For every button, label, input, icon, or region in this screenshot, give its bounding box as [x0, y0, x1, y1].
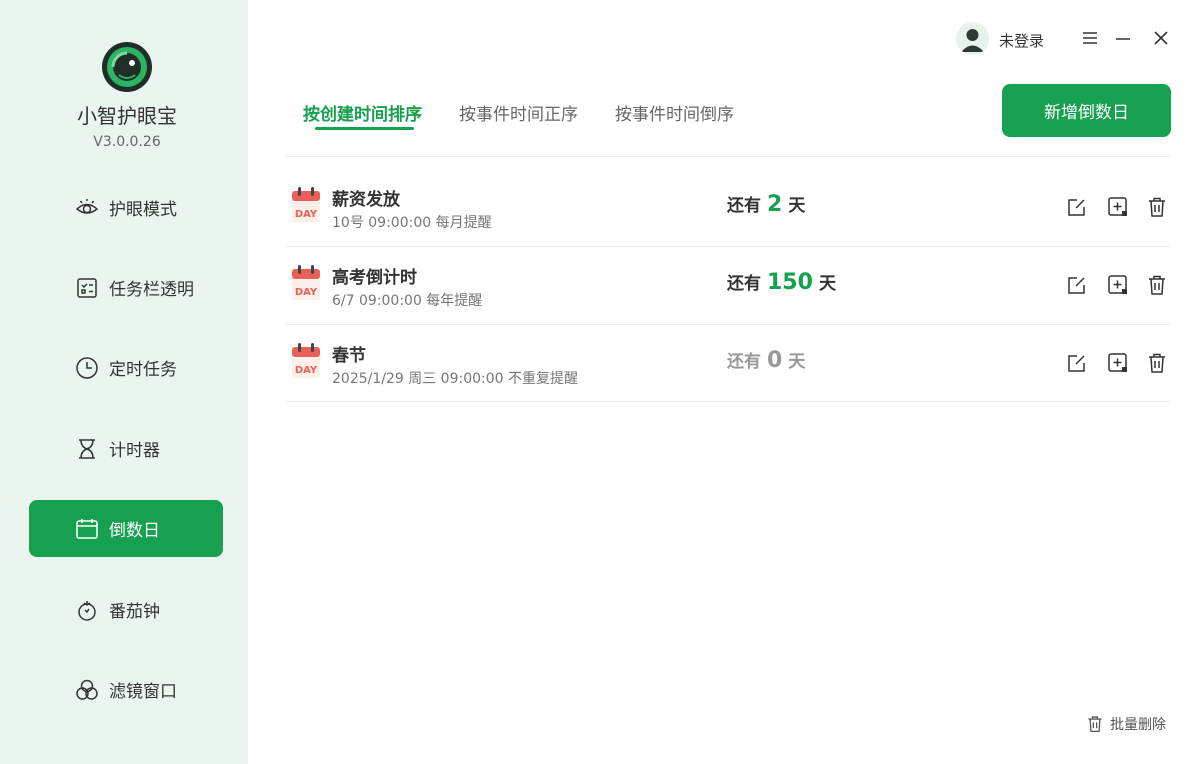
add-to-desktop-button[interactable] [1106, 273, 1130, 297]
taskbar-icon [75, 276, 99, 300]
day-calendar-icon: DAY [292, 343, 320, 378]
edit-icon [1068, 277, 1085, 294]
user-icon [961, 29, 984, 52]
add-widget-icon [1108, 197, 1127, 216]
menu-button[interactable] [1079, 27, 1101, 49]
active-tab-indicator [315, 127, 414, 130]
sidebar-item-label: 计时器 [109, 441, 160, 461]
sidebar: 小智护眼宝 V3.0.0.26 护眼模式 任务栏透明 定时任务 计时器 倒数日 … [0, 0, 248, 764]
app-version: V3.0.0.26 [93, 134, 161, 150]
svg-text:DAY: DAY [295, 209, 318, 220]
close-button[interactable] [1150, 27, 1172, 49]
hourglass-icon [75, 437, 99, 461]
filter-icon [75, 678, 99, 702]
minimize-icon [1116, 38, 1130, 40]
svg-text:DAY: DAY [295, 365, 318, 376]
event-schedule: 2025/1/29 周三 09:00:00 不重复提醒 [332, 371, 579, 387]
days-remaining: 还有 2 天 [727, 192, 806, 217]
trash-icon [1149, 197, 1165, 217]
event-title: 高考倒计时 [332, 268, 417, 288]
sidebar-item-timer[interactable]: 计时器 [29, 420, 223, 477]
close-icon [1154, 31, 1168, 45]
delete-button[interactable] [1145, 273, 1169, 297]
days-count: 150 [767, 270, 813, 295]
event-schedule: 10号 09:00:00 每月提醒 [332, 215, 492, 231]
sidebar-item-filter-window[interactable]: 滤镜窗口 [29, 661, 223, 718]
svg-text:DAY: DAY [295, 287, 318, 298]
avatar[interactable] [956, 22, 989, 55]
days-remaining: 还有 150 天 [727, 270, 836, 295]
list-item[interactable]: DAY 春节 2025/1/29 周三 09:00:00 不重复提醒 还有 0 … [286, 325, 1170, 403]
add-to-desktop-button[interactable] [1106, 195, 1130, 219]
edit-button[interactable] [1065, 273, 1089, 297]
list-item[interactable]: DAY 高考倒计时 6/7 09:00:00 每年提醒 还有 150 天 [286, 247, 1170, 325]
edit-button[interactable] [1065, 195, 1089, 219]
sidebar-item-countdown[interactable]: 倒数日 [29, 500, 223, 557]
tab-sort-event-desc[interactable]: 按事件时间倒序 [615, 100, 734, 125]
sidebar-item-label: 护眼模式 [109, 200, 177, 220]
calendar-icon [75, 517, 99, 541]
sidebar-item-label: 任务栏透明 [109, 280, 194, 300]
event-title: 春节 [332, 346, 366, 366]
trash-icon [1149, 353, 1165, 373]
event-schedule: 6/7 09:00:00 每年提醒 [332, 293, 483, 309]
batch-delete-label: 批量删除 [1110, 717, 1166, 733]
days-remaining: 还有 0 天 [727, 348, 806, 373]
sidebar-item-pomodoro[interactable]: 番茄钟 [29, 581, 223, 638]
hamburger-icon [1083, 32, 1097, 44]
divider [286, 156, 1170, 157]
app-logo-icon [102, 42, 152, 92]
sidebar-item-label: 定时任务 [109, 360, 177, 380]
edit-icon [1068, 199, 1085, 216]
tomato-icon [75, 598, 99, 622]
eye-icon [75, 196, 99, 220]
batch-delete-button[interactable]: 批量删除 [1086, 714, 1166, 734]
day-calendar-icon: DAY [292, 265, 320, 300]
trash-icon [1088, 716, 1102, 733]
days-count: 0 [767, 348, 783, 373]
sidebar-item-label: 倒数日 [109, 521, 160, 541]
tab-sort-created[interactable]: 按创建时间排序 [303, 100, 422, 125]
add-widget-icon [1108, 275, 1127, 294]
app-name: 小智护眼宝 [77, 104, 177, 128]
tab-sort-event-asc[interactable]: 按事件时间正序 [459, 100, 578, 125]
edit-button[interactable] [1065, 351, 1089, 375]
day-calendar-icon: DAY [292, 187, 320, 222]
minimize-button[interactable] [1112, 27, 1134, 49]
event-title: 薪资发放 [332, 190, 400, 210]
trash-icon [1149, 275, 1165, 295]
app-window: 小智护眼宝 V3.0.0.26 护眼模式 任务栏透明 定时任务 计时器 倒数日 … [0, 0, 1200, 764]
days-count: 2 [767, 192, 783, 217]
add-widget-icon [1108, 353, 1127, 372]
sidebar-item-scheduled-task[interactable]: 定时任务 [29, 339, 223, 396]
sidebar-item-label: 滤镜窗口 [109, 682, 177, 702]
add-to-desktop-button[interactable] [1106, 351, 1130, 375]
add-countdown-button[interactable]: 新增倒数日 [1002, 84, 1171, 137]
sidebar-item-label: 番茄钟 [109, 602, 160, 622]
sidebar-item-eye-mode[interactable]: 护眼模式 [29, 179, 223, 236]
list-item[interactable]: DAY 薪资发放 10号 09:00:00 每月提醒 还有 2 天 [286, 169, 1170, 247]
edit-icon [1068, 355, 1085, 372]
sidebar-item-taskbar-transparent[interactable]: 任务栏透明 [29, 259, 223, 316]
delete-button[interactable] [1145, 351, 1169, 375]
divider [286, 401, 1170, 402]
delete-button[interactable] [1145, 195, 1169, 219]
login-status[interactable]: 未登录 [999, 30, 1044, 51]
clock-icon [75, 356, 99, 380]
